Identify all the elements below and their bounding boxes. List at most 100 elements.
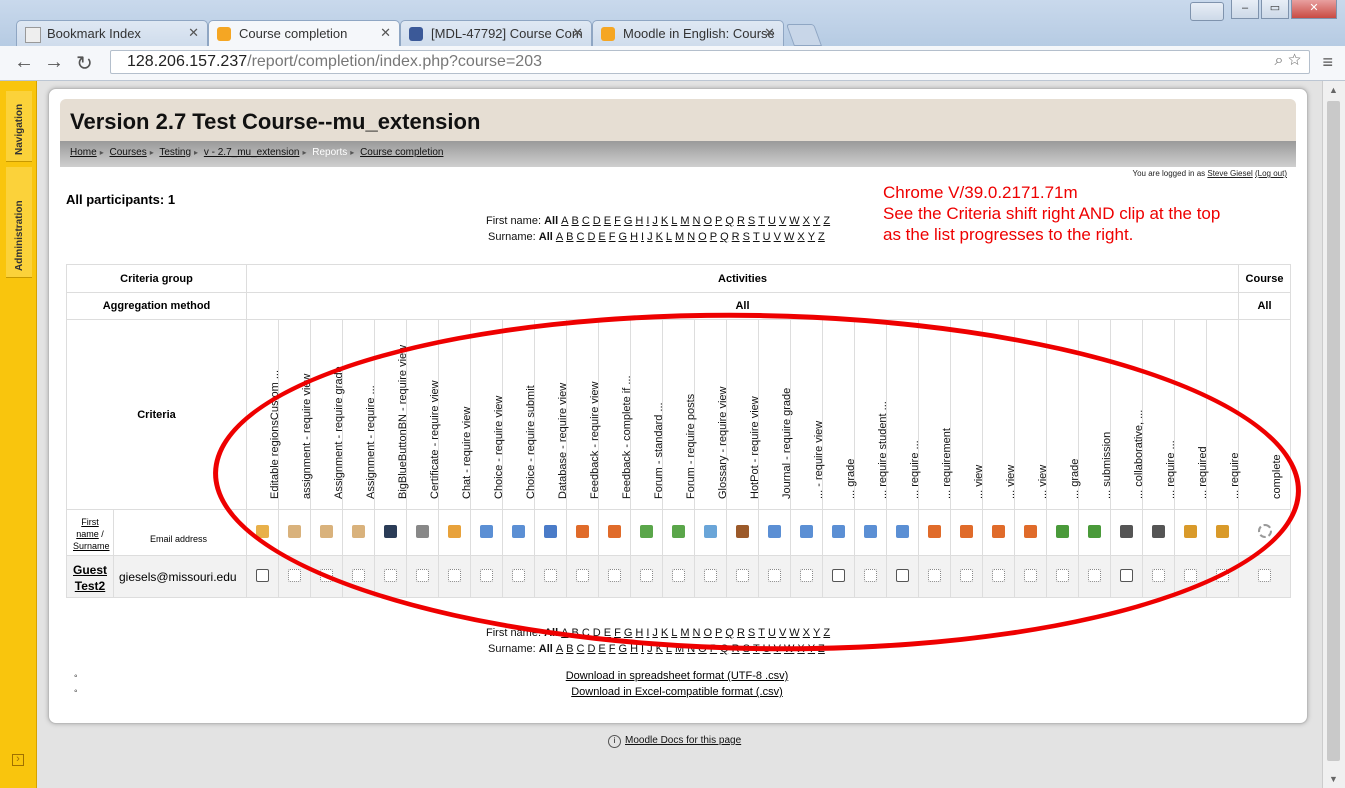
filter-letter-h[interactable]: H xyxy=(630,231,638,243)
filter-letter-e[interactable]: E xyxy=(604,215,611,227)
filter-letter-t[interactable]: T xyxy=(758,215,765,227)
forward-icon[interactable]: → xyxy=(44,51,64,74)
filter-letter-q[interactable]: Q xyxy=(725,627,734,639)
filter-letter-f[interactable]: F xyxy=(614,627,621,639)
filter-letter-j[interactable]: J xyxy=(647,643,653,655)
filter-letter-b[interactable]: B xyxy=(566,643,573,655)
close-tab-icon[interactable]: ✕ xyxy=(572,25,583,41)
filter-letter-i[interactable]: I xyxy=(646,627,649,639)
participant-firstname-link[interactable]: Guest xyxy=(73,563,107,577)
close-window-icon[interactable]: ✕ xyxy=(1291,0,1337,19)
filter-letter-f[interactable]: F xyxy=(614,215,621,227)
filter-letter-v[interactable]: V xyxy=(779,215,786,227)
filter-letter-z[interactable]: Z xyxy=(818,231,825,243)
filter-letter-k[interactable]: K xyxy=(661,215,668,227)
filter-letter-m[interactable]: M xyxy=(675,643,684,655)
tab-bookmark-index[interactable]: Bookmark Index ✕ xyxy=(16,20,208,46)
filter-letter-a[interactable]: A xyxy=(561,627,568,639)
filter-letter-l[interactable]: L xyxy=(666,231,672,243)
download-excel-link[interactable]: Download in Excel-compatible format (.cs… xyxy=(48,686,1306,698)
filter-letter-a[interactable]: A xyxy=(556,231,563,243)
dock-administration[interactable]: Administration xyxy=(6,167,32,278)
filter-letter-b[interactable]: B xyxy=(566,231,573,243)
filter-letter-d[interactable]: D xyxy=(587,643,595,655)
filter-letter-b[interactable]: B xyxy=(571,215,578,227)
filter-letter-w[interactable]: W xyxy=(789,627,799,639)
filter-all[interactable]: All xyxy=(544,627,558,639)
filter-letter-u[interactable]: U xyxy=(763,643,771,655)
filter-letter-l[interactable]: L xyxy=(666,643,672,655)
filter-letter-j[interactable]: J xyxy=(647,231,653,243)
filter-letter-d[interactable]: D xyxy=(587,231,595,243)
filter-letter-l[interactable]: L xyxy=(671,215,677,227)
filter-all[interactable]: All xyxy=(544,215,558,227)
filter-letter-l[interactable]: L xyxy=(671,627,677,639)
filter-letter-k[interactable]: K xyxy=(661,627,668,639)
filter-letter-n[interactable]: N xyxy=(693,627,701,639)
filter-letter-c[interactable]: C xyxy=(582,627,590,639)
tab-course-completion[interactable]: Course completion ✕ xyxy=(208,20,400,47)
filter-letter-i[interactable]: I xyxy=(646,215,649,227)
filter-letter-u[interactable]: U xyxy=(763,231,771,243)
filter-letter-s[interactable]: S xyxy=(748,627,755,639)
scrollbar[interactable]: ▲ ▼ xyxy=(1322,81,1345,788)
filter-letter-c[interactable]: C xyxy=(577,643,585,655)
filter-letter-u[interactable]: U xyxy=(768,627,776,639)
close-tab-icon[interactable]: ✕ xyxy=(380,25,391,41)
filter-letter-n[interactable]: N xyxy=(693,215,701,227)
filter-letter-w[interactable]: W xyxy=(784,231,794,243)
filter-letter-h[interactable]: H xyxy=(635,627,643,639)
filter-all[interactable]: All xyxy=(539,643,553,655)
filter-letter-n[interactable]: N xyxy=(687,643,695,655)
filter-letter-e[interactable]: E xyxy=(598,231,605,243)
filter-letter-m[interactable]: M xyxy=(675,231,684,243)
menu-icon[interactable]: ≡ xyxy=(1322,52,1333,73)
filter-letter-y[interactable]: Y xyxy=(808,643,815,655)
breadcrumb-testing[interactable]: Testing xyxy=(159,147,191,158)
close-tab-icon[interactable]: ✕ xyxy=(764,25,775,41)
filter-letter-s[interactable]: S xyxy=(743,643,750,655)
filter-letter-i[interactable]: I xyxy=(641,643,644,655)
breadcrumb-home[interactable]: Home xyxy=(70,147,97,158)
filter-letter-c[interactable]: C xyxy=(577,231,585,243)
filter-letter-v[interactable]: V xyxy=(779,627,786,639)
filter-letter-c[interactable]: C xyxy=(582,215,590,227)
address-bar[interactable]: 128.206.157.237/report/completion/index.… xyxy=(110,50,1310,74)
filter-letter-a[interactable]: A xyxy=(561,215,568,227)
filter-letter-m[interactable]: M xyxy=(680,627,689,639)
filter-letter-w[interactable]: W xyxy=(784,643,794,655)
filter-letter-o[interactable]: O xyxy=(703,627,712,639)
filter-letter-x[interactable]: X xyxy=(797,643,804,655)
filter-letter-y[interactable]: Y xyxy=(813,627,820,639)
tab-moodle-in-english[interactable]: Moodle in English: Course ✕ xyxy=(592,20,784,46)
breadcrumb-course[interactable]: v - 2.7_mu_extension xyxy=(204,147,300,158)
filter-all[interactable]: All xyxy=(539,231,553,243)
filter-letter-q[interactable]: Q xyxy=(720,231,729,243)
filter-letter-o[interactable]: O xyxy=(698,643,707,655)
filter-letter-v[interactable]: V xyxy=(774,643,781,655)
moodle-docs-link[interactable]: Moodle Docs for this page xyxy=(625,735,741,746)
filter-letter-p[interactable]: P xyxy=(710,643,717,655)
filter-letter-x[interactable]: X xyxy=(797,231,804,243)
maximize-icon[interactable]: ▭ xyxy=(1261,0,1289,19)
filter-letter-g[interactable]: G xyxy=(619,231,628,243)
filter-letter-g[interactable]: G xyxy=(624,627,633,639)
filter-letter-n[interactable]: N xyxy=(687,231,695,243)
filter-letter-p[interactable]: P xyxy=(710,231,717,243)
filter-letter-f[interactable]: F xyxy=(609,643,616,655)
scroll-up-icon[interactable]: ▲ xyxy=(1329,85,1338,95)
filter-letter-x[interactable]: X xyxy=(803,627,810,639)
sort-surname-link[interactable]: Surname xyxy=(73,541,110,551)
filter-letter-h[interactable]: H xyxy=(635,215,643,227)
search-icon[interactable]: ⌕ xyxy=(1275,52,1284,69)
filter-letter-i[interactable]: I xyxy=(641,231,644,243)
filter-letter-y[interactable]: Y xyxy=(813,215,820,227)
star-icon[interactable]: ☆ xyxy=(1288,52,1301,69)
filter-letter-r[interactable]: R xyxy=(737,215,745,227)
filter-letter-d[interactable]: D xyxy=(593,627,601,639)
new-tab-button[interactable] xyxy=(785,24,823,46)
filter-letter-m[interactable]: M xyxy=(680,215,689,227)
filter-letter-f[interactable]: F xyxy=(609,231,616,243)
filter-letter-r[interactable]: R xyxy=(732,643,740,655)
filter-letter-s[interactable]: S xyxy=(743,231,750,243)
